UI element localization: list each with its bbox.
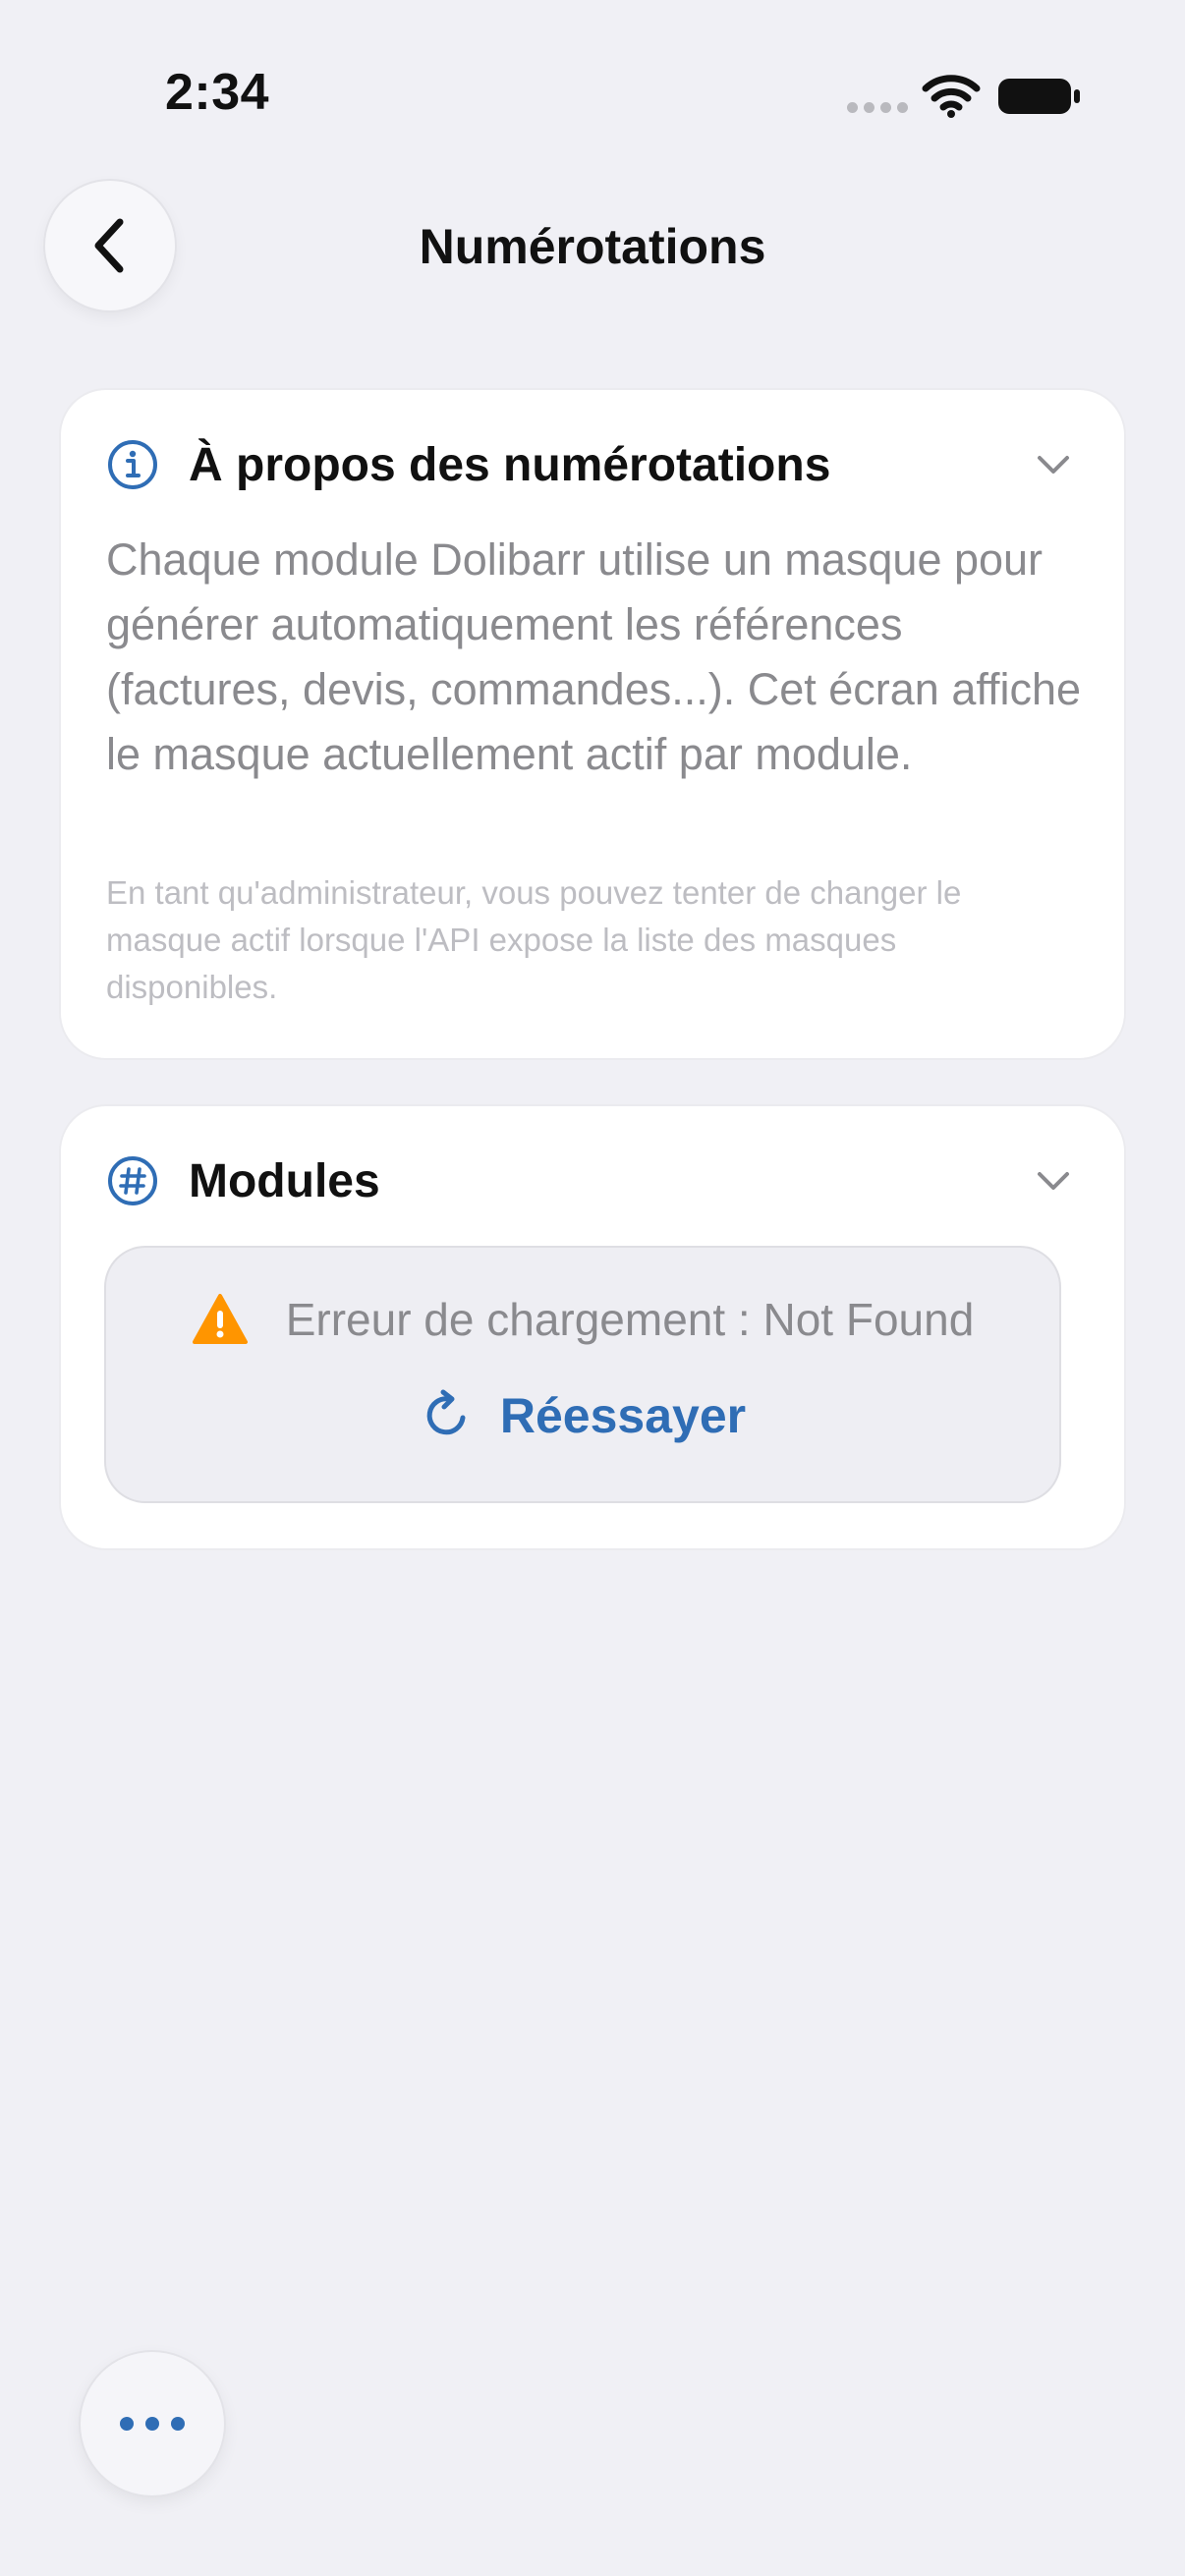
- retry-label: Réessayer: [499, 1388, 747, 1443]
- error-box: Erreur de chargement : Not Found Réessay…: [106, 1248, 1059, 1501]
- modules-card-title: Modules: [189, 1154, 380, 1207]
- wifi-icon: [922, 75, 981, 118]
- about-card-header[interactable]: À propos des numérotations: [106, 433, 1079, 496]
- battery-icon: [998, 79, 1080, 114]
- modules-card: Modules Erreur de chargement : Not Found…: [61, 1106, 1124, 1548]
- about-card: À propos des numérotations Chaque module…: [61, 390, 1124, 1058]
- info-circle-icon: [108, 440, 157, 489]
- ellipsis-icon: [120, 2417, 185, 2431]
- status-time: 2:34: [165, 64, 270, 121]
- error-line: Erreur de chargement : Not Found: [106, 1293, 1059, 1346]
- cellular-dots-icon: [847, 102, 908, 113]
- modules-card-header[interactable]: Modules: [106, 1149, 1079, 1212]
- about-description: Chaque module Dolibarr utilise un masque…: [106, 534, 1082, 779]
- about-admin-note: En tant qu'administrateur, vous pouvez t…: [106, 874, 962, 1005]
- page-title: Numérotations: [419, 219, 766, 274]
- about-card-title: À propos des numérotations: [189, 438, 831, 491]
- retry-button[interactable]: Réessayer: [106, 1387, 1059, 1444]
- refresh-icon: [426, 1389, 466, 1435]
- hash-circle-icon: [108, 1156, 157, 1205]
- error-message: Erreur de chargement : Not Found: [285, 1294, 975, 1345]
- warning-triangle-icon: [192, 1294, 248, 1344]
- chevron-down-icon[interactable]: [1034, 1161, 1073, 1201]
- more-options-button[interactable]: [81, 2352, 224, 2495]
- chevron-down-icon[interactable]: [1034, 445, 1073, 484]
